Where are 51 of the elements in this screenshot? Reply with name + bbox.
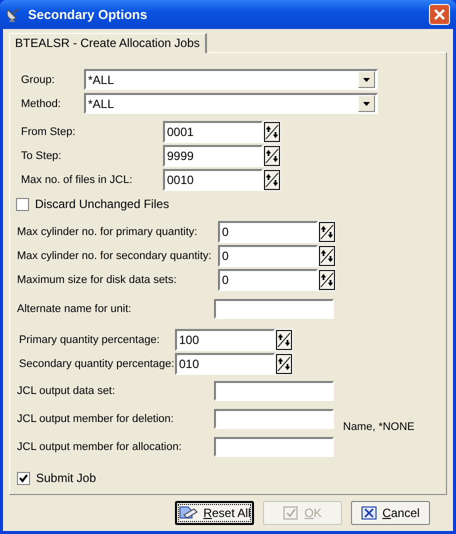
field-label: Group: [21, 74, 56, 86]
number-field[interactable]: 100 [175, 329, 275, 351]
spin-button[interactable] [318, 269, 336, 291]
spin-button[interactable] [275, 353, 293, 375]
field-label: From Step: [21, 126, 76, 138]
field-label: Secondary quantity percentage: [19, 358, 175, 370]
field-label: Max cylinder no. for primary quantity: [17, 226, 198, 238]
cancel-button[interactable]: Cancel [351, 501, 430, 525]
input-field[interactable] [214, 437, 334, 457]
reset-button[interactable]: Reset All [175, 501, 254, 525]
spin-button[interactable] [263, 145, 281, 167]
spin-button[interactable] [263, 169, 281, 191]
field-label: Alternate name for unit: [17, 303, 132, 315]
checkbox[interactable] [16, 198, 29, 210]
input-field[interactable] [214, 409, 334, 429]
field-label: To Step: [21, 150, 62, 162]
close-icon [361, 506, 378, 520]
dropdown-field[interactable]: *ALL [84, 93, 378, 114]
number-field[interactable]: 0 [218, 245, 318, 267]
input-field[interactable] [214, 299, 334, 319]
number-field[interactable]: 0001 [163, 121, 263, 143]
field-label: JCL output member for deletion: [17, 413, 175, 425]
checkbox-label: Submit Job [36, 471, 96, 485]
spin-button[interactable] [318, 245, 336, 267]
eraser-icon [178, 505, 198, 521]
checkmark-icon [283, 506, 300, 520]
checkbox-label: Discard Unchanged Files [35, 197, 170, 211]
tab[interactable]: BTEALSR - Create Allocation Jobs [9, 33, 207, 53]
checkbox[interactable] [17, 472, 30, 484]
spin-button[interactable] [263, 121, 281, 143]
number-field[interactable]: 9999 [163, 145, 263, 167]
close-button[interactable] [429, 4, 450, 25]
field-label: Max no. of files in JCL: [21, 174, 134, 186]
field-label: Primary quantity percentage: [19, 334, 161, 346]
field-label: Maximum size for disk data sets: [17, 274, 178, 286]
field-label: Max cylinder no. for secondary quantity: [17, 250, 212, 262]
spin-button[interactable] [275, 329, 293, 351]
field-label: JCL output member for allocation: [17, 441, 183, 453]
number-field[interactable]: 0 [218, 269, 318, 291]
input-field[interactable] [214, 381, 334, 401]
number-field[interactable]: 010 [175, 353, 275, 375]
number-field[interactable]: 0010 [163, 169, 263, 191]
field-label: Method: [21, 98, 62, 110]
hint-text: Name, *NONE [343, 421, 415, 433]
number-field[interactable]: 0 [218, 221, 318, 243]
close-icon [433, 8, 446, 21]
window-title: Secondary Options [28, 7, 148, 22]
field-label: JCL output data set: [17, 385, 116, 397]
dropdown-field[interactable]: *ALL [84, 69, 378, 90]
satellite-dish-icon [6, 6, 22, 22]
spin-button[interactable] [318, 221, 336, 243]
